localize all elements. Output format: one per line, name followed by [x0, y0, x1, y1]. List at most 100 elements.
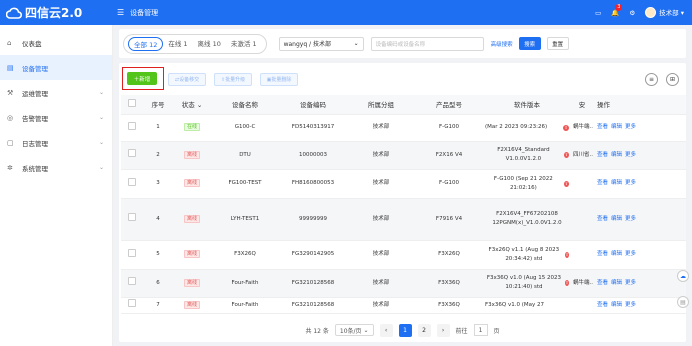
upgrade-alert-icon[interactable]: ⇧: [563, 124, 569, 131]
edit-link[interactable]: 编辑: [611, 280, 622, 286]
edit-link[interactable]: 编辑: [611, 251, 622, 257]
view-link[interactable]: 查看: [597, 152, 608, 158]
more-link[interactable]: 更多: [625, 216, 636, 222]
row-no: 5: [143, 240, 173, 270]
more-link[interactable]: 更多: [625, 302, 636, 308]
menu-toggle-icon[interactable]: ☰: [117, 8, 124, 17]
status-tabs: 全部 12 在线 1 离线 10 未激活 1: [123, 33, 267, 54]
edit-link[interactable]: 编辑: [611, 302, 622, 308]
chat-float-icon[interactable]: ▤: [677, 296, 689, 308]
more-link[interactable]: 更多: [625, 251, 636, 257]
view-link[interactable]: 查看: [597, 216, 608, 222]
more-link[interactable]: 更多: [625, 152, 636, 158]
sidebar-item-ops[interactable]: ⚒ 运维管理 ⌄: [0, 80, 112, 105]
device-name: LYH-TEST1: [211, 198, 279, 241]
edit-link[interactable]: 编辑: [611, 152, 622, 158]
ops-icon: ⚒: [7, 88, 14, 97]
select-all-checkbox[interactable]: [128, 99, 136, 108]
batch-upgrade-button[interactable]: ⇪ 批量升级: [214, 73, 252, 86]
install-location: [571, 198, 593, 241]
device-code: FG3210128568: [279, 269, 347, 298]
page-size-select[interactable]: 10条/页 ⌄: [334, 324, 374, 336]
table-header-row: 序号 状态 ⌄ 设备名称 设备编码 所属分组 产品型号 软件版本 安 操作: [121, 95, 686, 115]
tab-inactive[interactable]: 未激活 1: [226, 37, 262, 51]
edit-link[interactable]: 编辑: [611, 124, 622, 130]
device-name: DTU: [211, 141, 279, 170]
view-link[interactable]: 查看: [597, 251, 608, 257]
more-link[interactable]: 更多: [625, 124, 636, 130]
upgrade-alert-icon[interactable]: ⇧: [564, 280, 569, 286]
org-select[interactable]: wangyq / 技术部 ⌄: [278, 36, 364, 51]
sidebar-item-dashboard[interactable]: ⌂ 仪表盘: [0, 30, 112, 55]
upgrade-alert-icon[interactable]: ⇧: [564, 251, 569, 258]
sidebar-item-alarm[interactable]: ◎ 告警管理 ⌄: [0, 105, 112, 130]
batch-delete-label: 批量删除: [271, 77, 292, 83]
more-link[interactable]: 更多: [625, 180, 636, 186]
add-button[interactable]: ＋ 新增: [127, 72, 157, 85]
status-badge: 离线: [183, 214, 200, 223]
device-group: 技术部: [347, 297, 415, 314]
col-group: 所属分组: [347, 95, 415, 115]
batch-delete-button[interactable]: ▣ 批量删除: [260, 73, 298, 86]
upgrade-alert-icon[interactable]: ⇧: [563, 180, 569, 187]
app-logo[interactable]: 四信云2.0: [0, 4, 113, 21]
org-select-value: wangyq / 技术部: [283, 41, 331, 48]
prev-page-button[interactable]: ‹: [379, 323, 393, 337]
tab-offline[interactable]: 离线 10: [193, 37, 226, 51]
bell-icon[interactable]: 🔔 3: [611, 3, 623, 17]
software-version: (Mar 2 2023 09:23:26): [485, 124, 548, 130]
pagination: 共 12 条 10条/页 ⌄ ‹ 1 2 › 前往 1 页: [119, 318, 686, 342]
software-version: F3x36Q v1.0 (May 27: [485, 301, 545, 308]
device-code: 99999999: [279, 198, 347, 241]
row-checkbox[interactable]: [128, 248, 136, 257]
row-checkbox[interactable]: [128, 149, 136, 157]
view-link[interactable]: 查看: [597, 302, 608, 308]
search-input[interactable]: 设备编码或设备名称: [370, 36, 484, 51]
row-checkbox[interactable]: [128, 299, 136, 307]
device-name: F3X26Q: [211, 240, 279, 270]
col-model: 产品型号: [415, 95, 483, 115]
row-checkbox[interactable]: [128, 213, 136, 221]
edit-link[interactable]: 编辑: [611, 180, 622, 186]
page-1[interactable]: 1: [398, 323, 412, 337]
more-link[interactable]: 更多: [625, 280, 636, 286]
upgrade-alert-icon[interactable]: ⇧: [563, 152, 569, 158]
reset-button[interactable]: 重置: [546, 37, 569, 50]
software-version: F3x26Q v1.1 (Aug 8 2023 20:34:42) std: [488, 246, 560, 262]
edit-link[interactable]: 编辑: [611, 216, 622, 222]
device-name: FG100-TEST: [211, 169, 279, 199]
row-checkbox[interactable]: [128, 177, 136, 186]
highlight-box: ＋ 新增: [122, 67, 164, 90]
user-menu[interactable]: 技术部 ▾: [645, 7, 684, 19]
add-label: 新增: [139, 76, 151, 83]
gear-icon[interactable]: ⚙: [629, 9, 635, 17]
device-model: F-G100: [415, 114, 483, 142]
device-model: F3X36Q: [415, 269, 483, 298]
next-page-button[interactable]: ›: [436, 323, 450, 337]
row-checkbox[interactable]: [128, 277, 136, 285]
sidebar-item-log[interactable]: ▢ 日志管理 ⌄: [0, 130, 112, 155]
search-button[interactable]: 搜索: [518, 37, 541, 50]
sidebar-item-system[interactable]: ✲ 系统管理 ⌄: [0, 155, 112, 180]
chevron-down-icon: ⌄: [98, 139, 104, 146]
sidebar-item-device[interactable]: ▤ 设备管理: [0, 55, 112, 80]
top-bar: 四信云2.0 ☰ 设备管理 ▭ 🔔 3 ⚙ 技术部 ▾: [0, 0, 692, 25]
goto-input[interactable]: 1: [473, 324, 488, 336]
device-code: FG3290142905: [279, 240, 347, 270]
tab-online[interactable]: 在线 1: [163, 37, 192, 51]
cloud-float-icon[interactable]: ☁: [677, 270, 689, 282]
cloud-logo-icon: [6, 7, 22, 19]
row-no: 7: [143, 297, 173, 314]
col-status[interactable]: 状态 ⌄: [173, 95, 211, 115]
grid-view-icon[interactable]: ⊞: [666, 73, 679, 86]
screen-icon[interactable]: ▭: [595, 9, 601, 17]
view-link[interactable]: 查看: [597, 280, 608, 286]
page-2[interactable]: 2: [417, 323, 431, 337]
filter-settings-icon[interactable]: ≡: [645, 73, 658, 86]
view-link[interactable]: 查看: [597, 124, 608, 130]
row-checkbox[interactable]: [128, 121, 136, 130]
tab-all[interactable]: 全部 12: [128, 36, 164, 51]
transfer-button[interactable]: ⇄ 设备移交: [168, 73, 206, 86]
advanced-search-link[interactable]: 高级搜索: [491, 40, 513, 48]
view-link[interactable]: 查看: [597, 180, 608, 186]
